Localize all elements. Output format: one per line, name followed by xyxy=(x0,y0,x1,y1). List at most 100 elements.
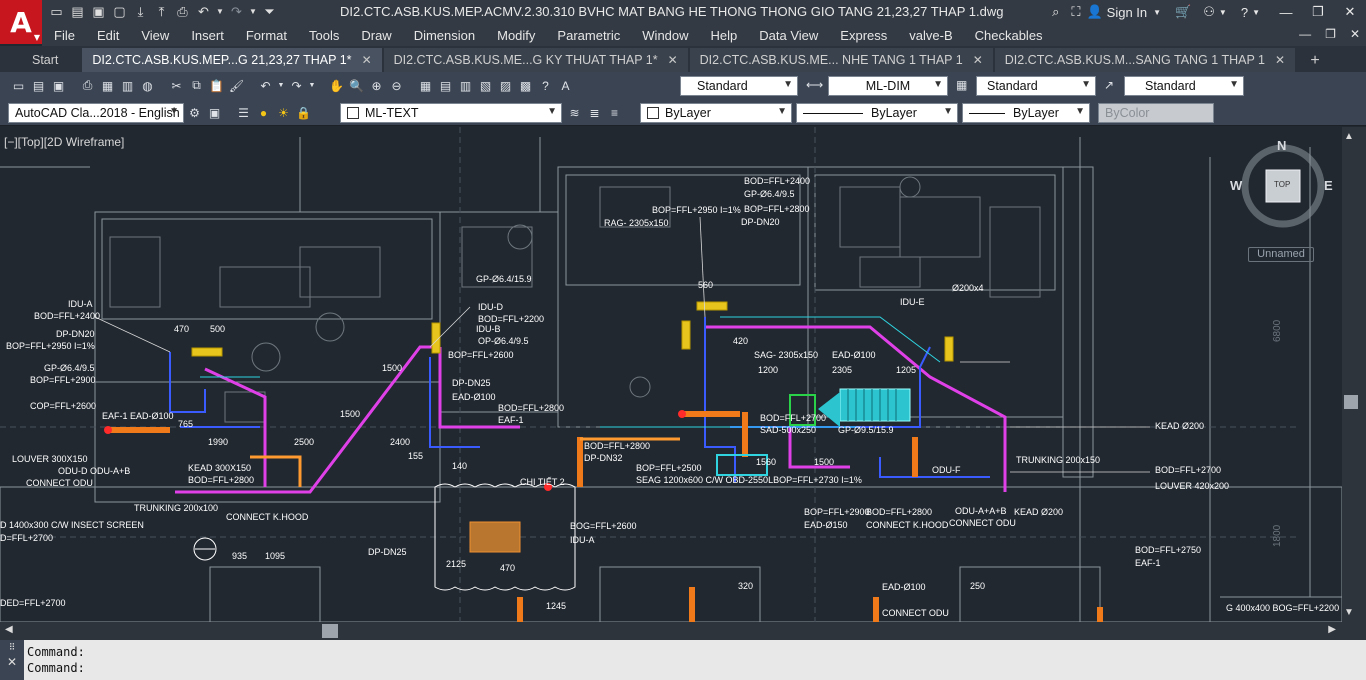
compass-north[interactable]: N xyxy=(1277,138,1286,153)
menu-edit[interactable]: Edit xyxy=(86,28,130,43)
menu-tools[interactable]: Tools xyxy=(298,28,350,43)
layer-states-icon[interactable]: ≡ xyxy=(606,104,623,121)
restore-button[interactable]: ❐ xyxy=(1302,4,1334,20)
layer-select[interactable]: ML-TEXT ▼ xyxy=(340,103,562,123)
a360-icon[interactable]: ⚇ xyxy=(1203,4,1215,20)
table-style-icon[interactable]: ▦ xyxy=(956,78,967,92)
text-style-select[interactable]: Standard ▼ xyxy=(680,76,798,96)
sheet-set-icon[interactable]: ▧ xyxy=(477,77,494,94)
match-properties-icon[interactable]: 🖌 xyxy=(228,77,245,94)
close-tab-icon[interactable]: ✕ xyxy=(362,53,372,67)
doc-restore-icon[interactable]: ❐ xyxy=(1325,27,1336,41)
undo-dropdown-icon[interactable]: ▼ xyxy=(216,3,224,20)
lineweight-select[interactable]: ByLayer ▼ xyxy=(962,103,1090,123)
lock-icon[interactable]: 🔒 xyxy=(295,104,312,121)
undo-icon[interactable]: ↶ xyxy=(257,77,274,94)
menu-draw[interactable]: Draw xyxy=(350,28,402,43)
plot-icon[interactable]: ⎙ xyxy=(79,77,96,94)
menu-express[interactable]: Express xyxy=(829,28,898,43)
horizontal-scroll-thumb[interactable] xyxy=(322,624,338,638)
ucs-menu[interactable]: Unnamed xyxy=(1248,247,1314,262)
menu-dimension[interactable]: Dimension xyxy=(403,28,486,43)
redo-list-icon[interactable]: ▼ xyxy=(308,77,316,94)
layer-previous-icon[interactable]: ≣ xyxy=(586,104,603,121)
publish-icon[interactable]: ▥ xyxy=(119,77,136,94)
menu-help[interactable]: Help xyxy=(700,28,749,43)
scroll-left-icon[interactable]: ◀ xyxy=(5,624,13,635)
drawing-canvas[interactable]: IDU-ABOD=FFL+2400DP-DN20BOP=FFL+2950 I=1… xyxy=(0,127,1342,622)
horizontal-scrollbar[interactable]: ◀ ▶ xyxy=(0,622,1342,640)
cart-icon[interactable]: 🛒 xyxy=(1175,4,1191,20)
close-button[interactable]: ✕ xyxy=(1334,4,1366,20)
tool-palettes-icon[interactable]: ▥ xyxy=(457,77,474,94)
help-icon[interactable]: ? xyxy=(537,77,554,94)
menu-insert[interactable]: Insert xyxy=(180,28,235,43)
undo-list-icon[interactable]: ▼ xyxy=(277,77,285,94)
search-icon[interactable]: ⌕ xyxy=(1052,4,1059,20)
zoom-window-icon[interactable]: ⊕ xyxy=(368,77,385,94)
close-command-line-icon[interactable]: ✕ xyxy=(0,655,24,669)
plot-icon[interactable]: ⎙ xyxy=(174,3,191,20)
command-line[interactable]: ⠿ ✕ Command: Command: xyxy=(0,640,1366,680)
workspace-select[interactable]: AutoCAD Cla...2018 - English ▼ xyxy=(8,103,184,123)
save-icon[interactable]: ▣ xyxy=(50,77,67,94)
close-tab-icon[interactable]: ✕ xyxy=(1275,53,1285,67)
open-icon[interactable]: ▤ xyxy=(30,77,47,94)
doc-minimize-icon[interactable]: — xyxy=(1299,27,1311,41)
new-icon[interactable]: ▭ xyxy=(48,3,65,20)
cloud-save-icon[interactable]: ⤒ xyxy=(153,3,170,20)
viewcube[interactable]: N W E TOP xyxy=(1230,138,1333,250)
tab-start[interactable]: Start xyxy=(0,48,81,72)
sun-freeze-icon[interactable]: ☀ xyxy=(275,104,292,121)
viewport-controls-label[interactable]: [−][Top][2D Wireframe] xyxy=(4,135,124,149)
tab-drawing-3[interactable]: DI2.CTC.ASB.KUS.ME... NHE TANG 1 THAP 1 ✕ xyxy=(689,48,993,72)
text-style-icon[interactable]: A xyxy=(557,77,574,94)
qnew-icon[interactable]: ▭ xyxy=(10,77,27,94)
copy-icon[interactable]: ⧉ xyxy=(188,77,205,94)
sign-in-dropdown-icon[interactable]: ▼ xyxy=(1153,8,1161,17)
menu-valve-b[interactable]: valve-B xyxy=(898,28,963,43)
cloud-open-icon[interactable]: ⤓ xyxy=(132,3,149,20)
save-as-icon[interactable]: ▢ xyxy=(111,3,128,20)
make-current-icon[interactable]: ≋ xyxy=(566,104,583,121)
menu-window[interactable]: Window xyxy=(631,28,699,43)
workspace-settings-icon[interactable]: ⚙ xyxy=(186,104,203,121)
scroll-up-icon[interactable]: ▲ xyxy=(1344,131,1354,142)
command-line-grip[interactable]: ⠿ ✕ xyxy=(0,640,24,680)
redo-icon[interactable]: ↷ xyxy=(288,77,305,94)
tab-drawing-2[interactable]: DI2.CTC.ASB.KUS.ME...G KY THUAT THAP 1* ✕ xyxy=(383,48,688,72)
clean-screen-icon[interactable]: ▣ xyxy=(206,104,223,121)
paste-icon[interactable]: 📋 xyxy=(208,77,225,94)
redo-dropdown-icon[interactable]: ▼ xyxy=(249,3,257,20)
drawing-viewport[interactable]: IDU-A BOD=FFL+2400 DP-DN20 BOP=FFL+2950 I=1… xyxy=(0,127,1342,622)
3d-print-icon[interactable]: ◍ xyxy=(139,77,156,94)
dim-style-icon[interactable]: ⟷ xyxy=(806,78,823,92)
vertical-scrollbar[interactable]: ▲ ▼ xyxy=(1342,127,1366,622)
help-dropdown-icon[interactable]: ▼ xyxy=(1252,8,1260,17)
dimension-style-select[interactable]: ML-DIM ▼ xyxy=(828,76,948,96)
color-select[interactable]: ByLayer ▼ xyxy=(640,103,792,123)
zoom-realtime-icon[interactable]: 🔍 xyxy=(348,77,365,94)
vertical-scroll-thumb[interactable] xyxy=(1344,395,1358,409)
command-input[interactable]: Command: xyxy=(27,661,85,675)
tab-drawing-1[interactable]: DI2.CTC.ASB.KUS.MEP...G 21,23,27 THAP 1*… xyxy=(82,48,382,72)
menu-parametric[interactable]: Parametric xyxy=(546,28,631,43)
compass-west[interactable]: W xyxy=(1230,178,1242,193)
multileader-style-icon[interactable]: ↗ xyxy=(1104,78,1114,92)
redo-icon[interactable]: ↷ xyxy=(228,3,245,20)
close-tab-icon[interactable]: ✕ xyxy=(973,53,983,67)
application-menu-button[interactable]: A ▼ xyxy=(0,0,42,44)
close-tab-icon[interactable]: ✕ xyxy=(668,53,678,67)
menu-data-view[interactable]: Data View xyxy=(748,28,829,43)
new-tab-button[interactable]: + xyxy=(1303,50,1327,72)
table-style-select[interactable]: Standard ▼ xyxy=(976,76,1096,96)
properties-icon[interactable]: ▦ xyxy=(417,77,434,94)
multileader-style-select[interactable]: Standard ▼ xyxy=(1124,76,1244,96)
scroll-down-icon[interactable]: ▼ xyxy=(1344,607,1354,618)
linetype-select[interactable]: ByLayer ▼ xyxy=(796,103,958,123)
tab-drawing-4[interactable]: DI2.CTC.ASB.KUS.M...SANG TANG 1 THAP 1 ✕ xyxy=(994,48,1296,72)
markup-icon[interactable]: ▨ xyxy=(497,77,514,94)
zoom-previous-icon[interactable]: ⊖ xyxy=(388,77,405,94)
menu-format[interactable]: Format xyxy=(235,28,298,43)
doc-close-icon[interactable]: ✕ xyxy=(1350,27,1360,41)
